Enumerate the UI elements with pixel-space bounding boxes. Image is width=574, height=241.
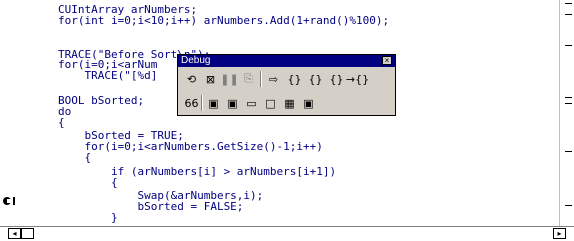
show-next-statement-icon: ⇨ xyxy=(268,72,279,86)
run-to-cursor-button[interactable]: →{} xyxy=(345,70,370,88)
memory-window-button[interactable]: □ xyxy=(261,94,280,112)
toolbar-separator xyxy=(260,71,262,87)
horizontal-scrollbar[interactable]: ◂ ▸ xyxy=(0,226,574,241)
code-line[interactable]: for(i=0;i<arNumbers.GetSize()-1;i++) xyxy=(58,141,322,153)
step-out-icon: {} xyxy=(329,72,344,86)
code-line[interactable]: { xyxy=(58,177,118,189)
memory-window-icon: □ xyxy=(265,96,276,110)
step-over-button[interactable]: {} xyxy=(306,70,325,88)
step-into-icon: {} xyxy=(287,72,302,86)
call-stack-window-icon: ▦ xyxy=(284,96,295,110)
chevron-right-icon: ▸ xyxy=(557,229,562,238)
chevron-left-icon: ◂ xyxy=(12,229,17,238)
call-stack-window-button[interactable]: ▦ xyxy=(280,94,299,112)
watch-window-button[interactable]: ▣ xyxy=(204,94,223,112)
step-into-button[interactable]: {} xyxy=(285,70,304,88)
restart-button[interactable]: ⟲ xyxy=(182,70,201,88)
quickwatch-icon: 66 xyxy=(184,96,199,110)
scroll-right-button[interactable]: ▸ xyxy=(553,228,566,239)
disassembly-window-icon: ▣ xyxy=(303,96,314,110)
close-icon[interactable]: × xyxy=(382,56,392,65)
code-line[interactable]: { xyxy=(58,117,65,129)
variables-window-icon: ▣ xyxy=(227,96,238,110)
vertical-scrollbar[interactable] xyxy=(559,0,574,241)
watch-window-icon: ▣ xyxy=(208,96,219,110)
apply-code-changes-icon: ⎘ xyxy=(244,72,253,85)
debug-toolbar[interactable]: Debug × ⟲ ⊠ ❚❚ ⎘ ⇨{}{}{} →{} 66 ▣ ▣ ▭ □ ▦ ▣ xyxy=(177,54,396,116)
registers-window-icon: ▭ xyxy=(246,96,257,110)
break-execution-icon: ❚❚ xyxy=(220,72,239,86)
code-line[interactable]: TRACE("[%d] xyxy=(58,70,157,82)
step-out-button[interactable]: {} xyxy=(327,70,346,88)
show-next-statement-button[interactable]: ⇨ xyxy=(264,70,283,88)
apply-code-changes-button[interactable]: ⎘ xyxy=(239,70,258,88)
run-to-cursor-icon: →{} xyxy=(345,72,370,86)
code-editor[interactable]: CUIntArray arNumbers; for(int i=0;i<10;i+… xyxy=(0,0,574,241)
toolbar-separator xyxy=(201,95,203,111)
debug-toolbar-row-windows: 66 ▣ ▣ ▭ □ ▦ ▣ xyxy=(180,92,393,115)
scroll-thumb[interactable] xyxy=(21,228,34,239)
code-line[interactable]: for(int i=0;i<10;i++) arNumbers.Add(1+ra… xyxy=(58,15,389,27)
variables-window-button[interactable]: ▣ xyxy=(223,94,242,112)
scroll-left-button[interactable]: ◂ xyxy=(8,228,21,239)
code-line[interactable]: { xyxy=(58,152,91,164)
restart-icon: ⟲ xyxy=(186,72,197,86)
debug-toolbar-title[interactable]: Debug xyxy=(178,55,395,67)
disassembly-window-button[interactable]: ▣ xyxy=(299,94,318,112)
break-execution-button[interactable]: ❚❚ xyxy=(220,70,239,88)
quickwatch-button[interactable]: 66 xyxy=(182,94,201,112)
stop-debugging-button[interactable]: ⊠ xyxy=(201,70,220,88)
step-over-icon: {} xyxy=(308,72,323,86)
code-line[interactable]: } xyxy=(58,212,118,224)
stop-debugging-icon: ⊠ xyxy=(205,72,216,86)
registers-window-button[interactable]: ▭ xyxy=(242,94,261,112)
debug-toolbar-row-execution: ⟲ ⊠ ❚❚ ⎘ ⇨{}{}{} →{} xyxy=(180,68,393,91)
